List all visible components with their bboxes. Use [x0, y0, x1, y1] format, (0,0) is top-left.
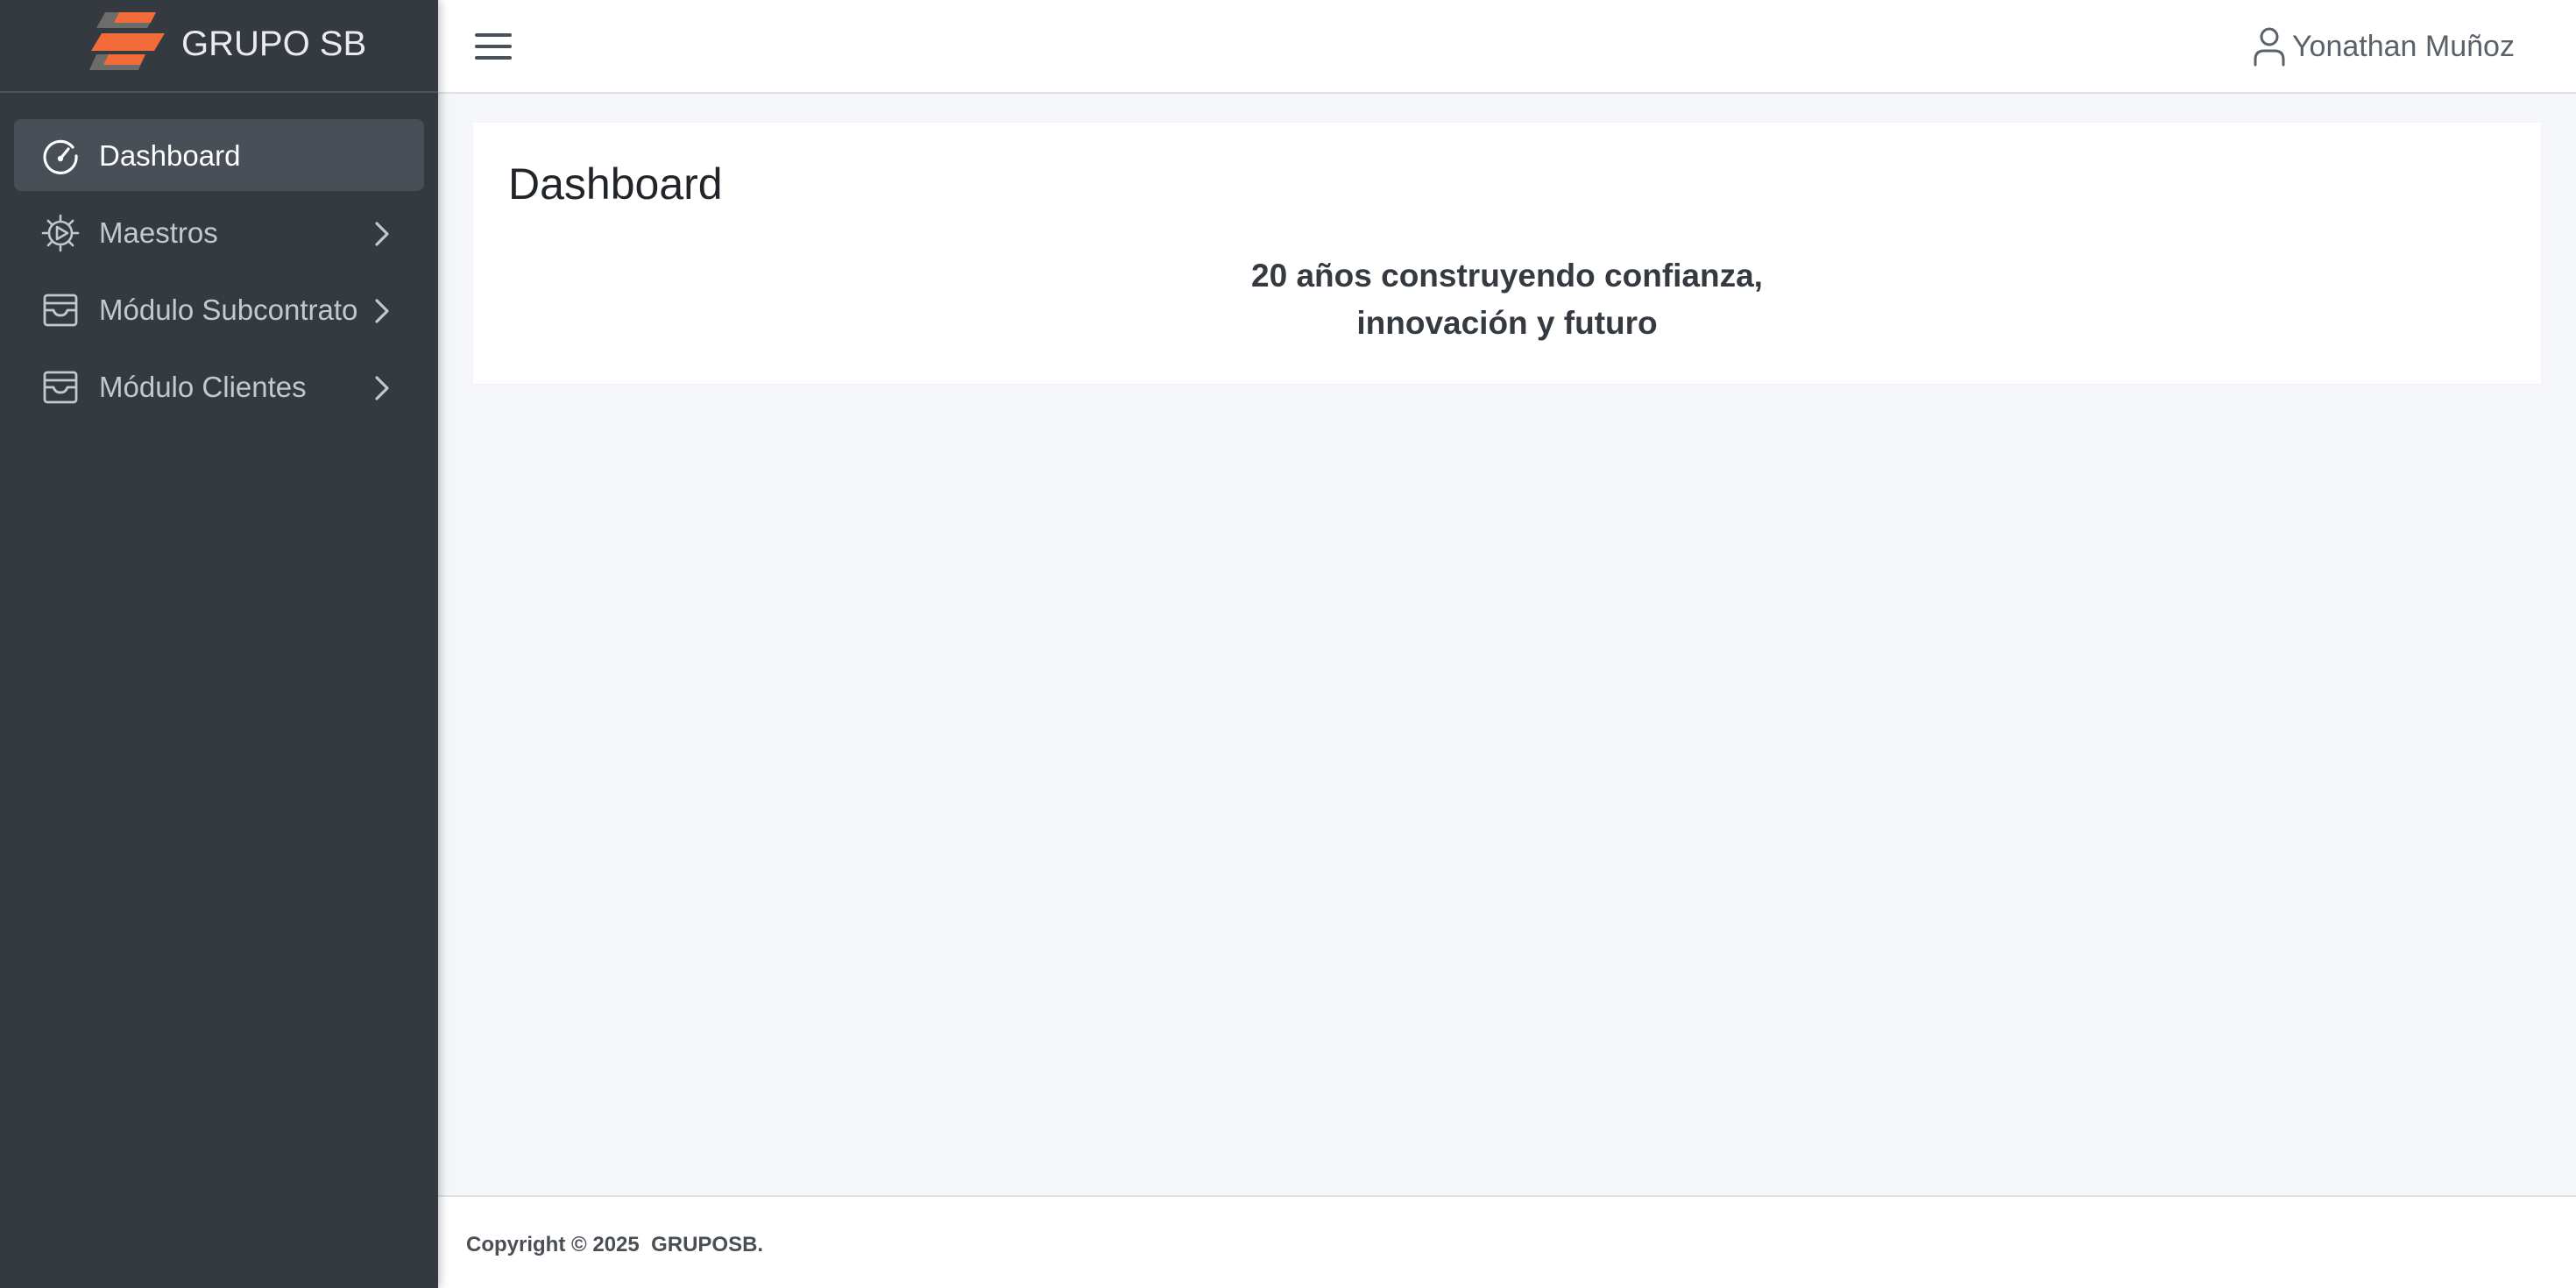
page-title: Dashboard	[508, 159, 723, 209]
sidebar-item-label: Maestros	[99, 216, 218, 249]
chevron-right-icon	[375, 376, 389, 400]
sidebar-item-maestros[interactable]: Maestros	[14, 196, 424, 268]
speedometer-icon	[43, 139, 78, 174]
sidebar: GRUPO SB Dashboard Maestros Módulo Subco…	[0, 0, 438, 1288]
sidebar-nav: Dashboard Maestros Módulo Subcontrato Mó…	[14, 119, 424, 428]
content-wrapper: Dashboard 20 años construyendo confianza…	[438, 94, 2576, 1195]
user-menu[interactable]: Yonathan Muñoz	[2252, 25, 2541, 68]
footer: Copyright © 2025 GRUPOSB.	[438, 1195, 2576, 1288]
tagline: 20 años construyendo confianza, innovaci…	[473, 252, 2541, 347]
sidebar-item-label: Dashboard	[99, 139, 241, 172]
gear-play-icon	[41, 214, 80, 252]
sidebar-item-modulo-subcontrato[interactable]: Módulo Subcontrato	[14, 273, 424, 345]
app-root: GRUPO SB Dashboard Maestros Módulo Subco…	[0, 0, 2576, 1288]
person-icon	[2254, 27, 2285, 67]
sidebar-item-label: Módulo Subcontrato	[99, 294, 358, 326]
tagline-line-1: 20 años construyendo confianza,	[1251, 258, 1763, 294]
top-navbar: Yonathan Muñoz	[438, 0, 2576, 94]
chevron-right-icon	[375, 222, 389, 246]
grupo-sb-logo-icon	[89, 12, 165, 70]
chevron-right-icon	[375, 299, 389, 323]
sidebar-item-modulo-clientes[interactable]: Módulo Clientes	[14, 350, 424, 422]
user-name: Yonathan Muñoz	[2292, 30, 2515, 63]
copyright-text: Copyright © 2025 GRUPOSB.	[466, 1233, 764, 1256]
inbox-icon	[43, 371, 78, 404]
hamburger-icon[interactable]	[475, 29, 513, 64]
brand-name: GRUPO SB	[181, 25, 367, 63]
sidebar-item-label: Módulo Clientes	[99, 371, 307, 403]
dashboard-card: Dashboard 20 años construyendo confianza…	[473, 123, 2541, 384]
tagline-line-2: innovación y futuro	[1356, 305, 1658, 341]
sidebar-item-dashboard[interactable]: Dashboard	[14, 119, 424, 191]
brand-link[interactable]: GRUPO SB	[0, 0, 438, 93]
inbox-icon	[43, 294, 78, 327]
